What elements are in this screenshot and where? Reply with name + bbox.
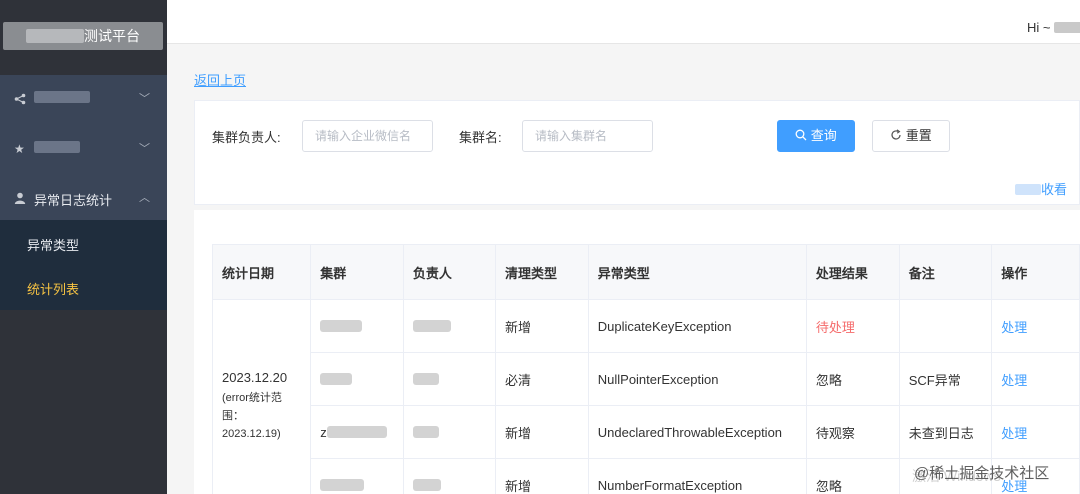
result-cell: 忽略 [805, 352, 900, 406]
redacted-cluster [320, 372, 353, 385]
sidebar-group-label-redacted [34, 141, 80, 156]
redacted-owner [412, 425, 439, 438]
table-row: 2023.12.20 (error统计范围：2023.12.19) 新增 Dup… [211, 299, 1080, 494]
col-header-cluster: 集群 [310, 244, 404, 300]
sidebar-group-label: 异常日志统计 [34, 193, 113, 208]
search-icon [795, 128, 811, 143]
reset-button[interactable]: 重置 [872, 120, 950, 152]
clean-type-cell: 新增 [494, 405, 589, 459]
exception-type-cell: DuplicateKeyException [587, 299, 807, 353]
process-link[interactable]: 处理 [991, 405, 1080, 459]
col-header-clean-type: 清理类型 [494, 244, 589, 300]
star-icon: ★ [14, 142, 25, 156]
sidebar-group-1[interactable]: ﹀ [0, 75, 167, 123]
sidebar-group-label-redacted [34, 91, 90, 106]
table-row: 必清 NullPointerException 忽略 SCF异常 处理 [213, 352, 1080, 406]
user-icon [14, 192, 26, 204]
col-header-exception-type: 异常类型 [587, 244, 807, 300]
remark-cell [898, 299, 993, 353]
table-panel: 统计日期 集群 负责人 清理类型 异常类型 处理结果 备注 操作 2023.12… [194, 210, 1080, 494]
chevron-down-icon: ﹀ [139, 143, 150, 155]
col-header-action: 操作 [991, 244, 1080, 300]
app-logo[interactable]: 测试平台 [3, 22, 163, 50]
owner-cell [402, 352, 496, 406]
process-link[interactable]: 处理 [991, 299, 1080, 353]
col-header-date: 统计日期 [211, 244, 312, 300]
search-button-label: 查询 [810, 128, 837, 143]
remark-cell: 未查到日志 [898, 405, 993, 459]
exception-type-cell: NumberFormatException [587, 458, 807, 494]
reset-button-label: 重置 [905, 128, 932, 143]
table-header-row: 统计日期 集群 负责人 清理类型 异常类型 处理结果 备注 操作 [211, 244, 1080, 300]
cluster-cell [310, 299, 404, 353]
cluster-input[interactable] [522, 120, 653, 152]
back-link[interactable]: 返回上页 [194, 70, 246, 89]
owner-input[interactable] [302, 120, 433, 152]
search-button[interactable]: 查询 [777, 120, 855, 152]
clean-type-cell: 新增 [494, 458, 589, 494]
top-bar: Hi ~ [167, 0, 1080, 44]
exception-type-cell: UndeclaredThrowableException [587, 405, 807, 459]
sidebar-group-2[interactable]: ★ ﹀ [0, 125, 167, 173]
collapse-toggle[interactable]: 收看 [1015, 179, 1067, 198]
result-cell: 忽略 [805, 458, 900, 494]
owner-cell [402, 458, 496, 494]
stats-table: 统计日期 集群 负责人 清理类型 异常类型 处理结果 备注 操作 2023.12… [211, 244, 1080, 494]
chevron-up-icon: ︿ [139, 192, 150, 204]
remark-cell: SCF异常 [898, 352, 993, 406]
stat-date-note: (error统计范围：2023.12.19) [222, 391, 282, 440]
sidebar-item-exception-type[interactable]: 异常类型 [27, 235, 79, 254]
redacted-brand-name [26, 29, 84, 43]
owner-label: 集群负责人: [212, 130, 281, 145]
submenu: 异常类型 统计列表 [0, 220, 167, 310]
redacted-username [1054, 22, 1080, 33]
owner-cell [402, 299, 496, 353]
cluster-label: 集群名: [459, 130, 502, 145]
table-row: z 新增 UndeclaredThrowableException 待观察 未查… [213, 405, 1080, 459]
sidebar-item-stats-list[interactable]: 统计列表 [27, 279, 79, 298]
col-header-result: 处理结果 [805, 244, 900, 300]
chevron-down-icon: ﹀ [139, 93, 150, 105]
sidebar: 测试平台 ﹀ ★ ﹀ 异常日志统计 ︿ 异常类型 统计列表 [0, 0, 167, 494]
site-watermark: @稀土掘金技术社区 [914, 465, 1050, 482]
cluster-cell [310, 352, 404, 406]
exception-type-cell: NullPointerException [587, 352, 807, 406]
result-cell: 待处理 [805, 299, 900, 353]
cluster-prefix: z [320, 424, 327, 440]
user-greeting[interactable]: Hi ~ [1027, 20, 1080, 35]
stat-date: 2023.12.20 [222, 369, 288, 385]
col-header-remark: 备注 [898, 244, 993, 300]
share-icon [14, 93, 26, 105]
stat-date-cell: 2023.12.20 (error统计范围：2023.12.19) [211, 299, 312, 494]
redacted-text [1015, 184, 1041, 195]
clean-type-cell: 必清 [494, 352, 589, 406]
redacted-owner [412, 478, 441, 491]
side-menu: ﹀ ★ ﹀ 异常日志统计 ︿ 异常类型 统计列表 [0, 75, 167, 310]
cluster-cell [310, 458, 404, 494]
redacted-owner [412, 319, 451, 332]
filter-panel: 集群负责人: 集群名: 查询 重置 收看 [194, 100, 1080, 205]
redacted-owner [412, 372, 439, 385]
sidebar-group-exception-log[interactable]: 异常日志统计 ︿ [0, 174, 167, 222]
process-link[interactable]: 处理 [991, 352, 1080, 406]
refresh-icon [890, 128, 906, 143]
redacted-cluster [320, 319, 363, 332]
result-cell: 待观察 [805, 405, 900, 459]
collapse-label: 收看 [1041, 182, 1068, 197]
clean-type-cell: 新增 [494, 299, 589, 353]
redacted-cluster [320, 478, 365, 491]
cluster-cell: z [310, 405, 404, 459]
brand-title: 测试平台 [84, 28, 140, 44]
greeting-text: Hi ~ [1027, 20, 1051, 35]
col-header-owner: 负责人 [402, 244, 496, 300]
redacted-cluster [326, 425, 387, 438]
owner-cell [402, 405, 496, 459]
